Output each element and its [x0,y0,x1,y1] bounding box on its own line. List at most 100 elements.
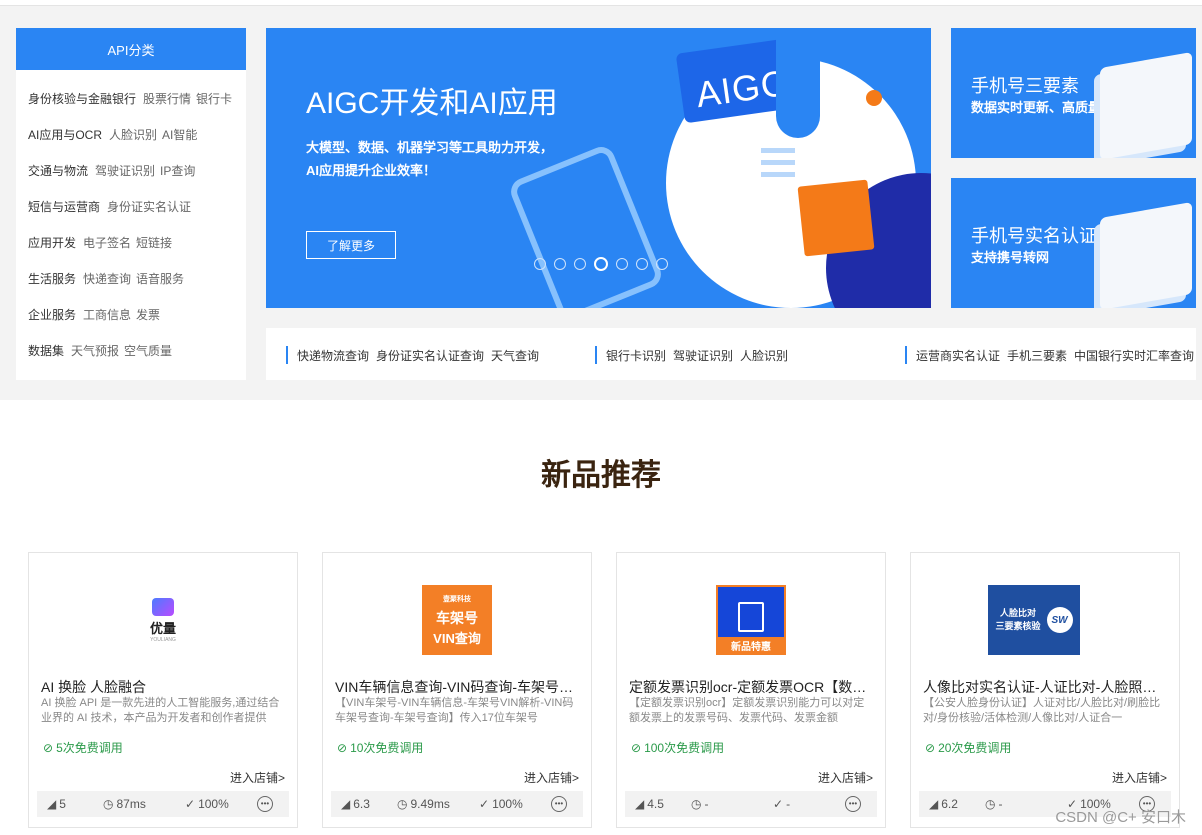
category-sub-link[interactable]: AI智能 [162,126,197,143]
product-card[interactable]: 新品特惠 定额发票识别ocr-定额发票OCR【数据实时】 【定额发票识别ocr】… [616,552,886,828]
carousel-dot[interactable] [616,258,628,270]
category-sub-link[interactable]: 空气质量 [124,342,172,359]
hot-link[interactable]: 银行卡识别 [606,347,666,364]
category-main-link[interactable]: 交通与物流 [28,162,88,179]
check-icon: ✓ [185,797,196,811]
category-main-link[interactable]: 身份核验与金融银行 [28,90,136,107]
product-description: 【定额发票识别ocr】定额发票识别能力可以对定额发票上的发票号码、发票代码、发票… [629,697,865,724]
promo-phone-three-factors[interactable]: 手机号三要素 数据实时更新、高质量接口 [951,28,1196,158]
carousel-dot[interactable] [594,257,608,271]
hot-link[interactable]: 运营商实名认证 [916,347,1000,364]
enter-shop-link[interactable]: 进入店铺> [818,769,873,786]
category-sub-link[interactable]: 工商信息 [83,306,131,323]
carousel-dot[interactable] [574,258,586,270]
carousel-dot[interactable] [636,258,648,270]
carousel-dot[interactable] [656,258,668,270]
category-sub-link[interactable]: 身份证实名认证 [107,198,191,215]
free-calls-badge: ⊘ 10次免费调用 [337,740,424,756]
check-icon: ✓ [479,797,490,811]
hot-link[interactable]: 身份证实名认证查询 [376,347,484,364]
hot-link[interactable]: 快递物流查询 [297,347,369,364]
product-card[interactable]: 壹聚科技 车架号 VIN查询 VIN车辆信息查询-VIN码查询-车架号查询 【V… [322,552,592,828]
promo-title: 手机号三要素 [971,76,1079,96]
product-name[interactable]: 人像比对实名认证-人证比对-人脸照片比对 [923,677,1163,697]
free-icon: ⊘ [337,740,348,755]
category-main-link[interactable]: 生活服务 [28,270,76,287]
category-sub-link[interactable]: 人脸识别 [109,126,157,143]
product-name[interactable]: VIN车辆信息查询-VIN码查询-车架号查询 [335,677,575,697]
more-options-icon[interactable]: ••• [257,796,273,812]
carousel-dot[interactable] [534,258,546,270]
product-card[interactable]: 人脸比对 三要素核验 SW 人像比对实名认证-人证比对-人脸照片比对 【公安人脸身… [910,552,1180,828]
score-icon: ◢ [47,797,57,811]
category-sub-link[interactable]: 电子签名 [83,234,131,251]
free-calls-badge: ⊘ 100次免费调用 [631,740,725,756]
category-row: 数据集 天气预报 空气质量 [16,332,246,368]
clock-icon: ◷ [397,797,408,811]
top-divider [0,0,1202,6]
category-main-link[interactable]: 数据集 [28,342,64,359]
success-rate-value: 100% [492,797,523,811]
category-sub-link[interactable]: IP查询 [160,162,195,179]
promo-title: 手机号实名认证 [971,226,1097,246]
enter-shop-link[interactable]: 进入店铺> [1112,769,1167,786]
category-main-link[interactable]: AI应用与OCR [28,126,102,143]
score-value: 5 [59,797,66,811]
csdn-watermark: CSDN @C+ 安口木 [1055,809,1186,826]
category-main-link[interactable]: 应用开发 [28,234,76,251]
hot-link[interactable]: 中国银行实时汇率查询 [1074,347,1194,364]
more-options-icon[interactable]: ••• [845,796,861,812]
category-sub-link[interactable]: 股票行情 [143,90,191,107]
category-row: 短信与运营商 身份证实名认证 [16,188,246,224]
enter-shop-link[interactable]: 进入店铺> [524,769,579,786]
product-name[interactable]: AI 换脸 人脸融合 [41,677,281,697]
category-sub-link[interactable]: 天气预报 [71,342,119,359]
category-row: 应用开发 电子签名 短链接 [16,224,246,260]
success-rate-value: - [786,797,791,811]
carousel-dots [534,257,668,271]
hot-link[interactable]: 驾驶证识别 [673,347,733,364]
product-card[interactable]: 优量 YOULIANG AI 换脸 人脸融合 AI 换脸 API 是一款先进的人… [28,552,298,828]
free-icon: ⊘ [43,740,54,755]
banner-title: AIGC开发和AI应用 [306,87,558,120]
latency-value: 87ms [116,797,146,811]
api-category-menu: API分类 身份核验与金融银行 股票行情 银行卡 AI应用与OCR 人脸识别 AI智能交通… [16,28,246,380]
category-menu-header: API分类 [16,28,246,70]
hot-link[interactable]: 手机三要素 [1007,347,1067,364]
hot-link-group: 银行卡识别 驾驶证识别 人脸识别 [595,346,788,364]
section-title: 新品推荐 [541,459,661,492]
hot-link[interactable]: 人脸识别 [740,347,788,364]
category-sub-link[interactable]: 银行卡 [196,90,232,107]
category-main-link[interactable]: 企业服务 [28,306,76,323]
enter-shop-link[interactable]: 进入店铺> [230,769,285,786]
hot-link[interactable]: 天气查询 [491,347,539,364]
category-sub-link[interactable]: 快递查询 [83,270,131,287]
clip-illustration [776,28,820,138]
hot-link-group: 快递物流查询 身份证实名认证查询 天气查询 [286,346,539,364]
carousel-dot[interactable] [554,258,566,270]
promo-subtitle: 支持携号转网 [971,250,1050,265]
product-name[interactable]: 定额发票识别ocr-定额发票OCR【数据实时】 [629,677,869,697]
score-icon: ◢ [635,797,645,811]
promo-phone-real-name[interactable]: 手机号实名认证 支持携号转网 [951,178,1196,308]
product-description: AI 换脸 API 是一款先进的人工智能服务,通过结合业界的 AI 技术，本产品… [41,697,280,724]
category-main-link[interactable]: 短信与运营商 [28,198,100,215]
category-sub-link[interactable]: 驾驶证识别 [95,162,155,179]
clock-icon: ◷ [985,797,996,811]
face-compare-logo-icon: 人脸比对 三要素核验 SW [988,585,1080,655]
free-calls-badge: ⊘ 5次免费调用 [43,740,123,756]
score-icon: ◢ [929,797,939,811]
category-sub-link[interactable]: 发票 [136,306,160,323]
category-sub-link[interactable]: 短链接 [136,234,172,251]
check-icon: ✓ [773,797,784,811]
free-calls-badge: ⊘ 20次免费调用 [925,740,1012,756]
more-options-icon[interactable]: ••• [551,796,567,812]
score-icon: ◢ [341,797,351,811]
document-lines-illustration [761,148,795,190]
learn-more-button[interactable]: 了解更多 [306,231,396,259]
latency-value: - [998,797,1003,811]
category-sub-link[interactable]: 语音服务 [136,270,184,287]
hero-banner[interactable]: AIGC AIGC开发和AI应用 大模型、数据、机器学习等工具助力开发，AI应用… [266,28,931,308]
banner-description: 大模型、数据、机器学习等工具助力开发，AI应用提升企业效率！ [306,140,554,178]
category-list: 身份核验与金融银行 股票行情 银行卡 AI应用与OCR 人脸识别 AI智能交通与物流 驾驶证… [16,70,246,368]
